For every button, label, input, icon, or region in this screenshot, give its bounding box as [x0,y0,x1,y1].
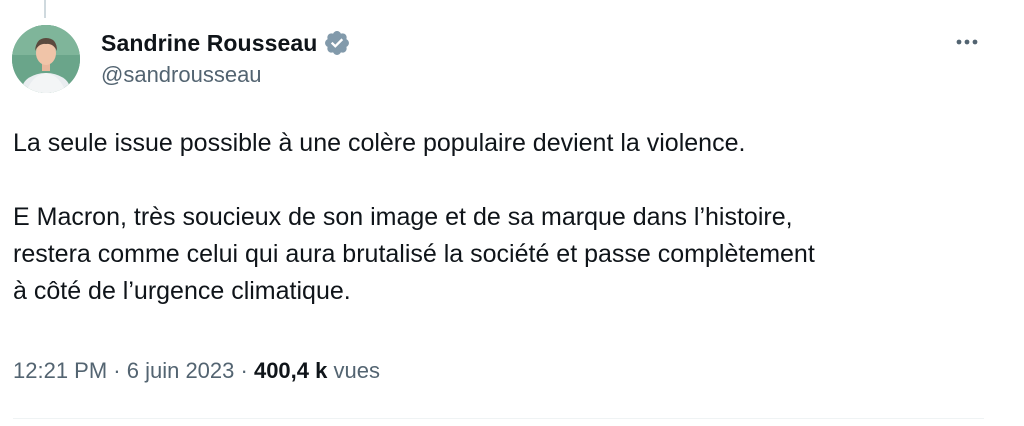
views-label: vues [333,358,380,383]
author-display-name[interactable]: Sandrine Rousseau [101,30,317,57]
tweet-metadata: 12:21 PM · 6 juin 2023 · 400,4 k vues [13,358,380,384]
divider [13,418,984,419]
views-count[interactable]: 400,4 k [254,358,327,384]
verified-badge-icon[interactable] [323,29,351,57]
meta-separator-1: · [107,358,127,383]
thread-connector-line [44,0,46,18]
tweet-date[interactable]: 6 juin 2023 [127,358,235,384]
meta-separator-2: · [234,358,254,383]
tweet-text: La seule issue possible à une colère pop… [13,129,815,305]
tweet-time[interactable]: 12:21 PM [13,358,107,384]
avatar-image [12,25,80,93]
author-handle[interactable]: @sandrousseau [101,62,262,88]
author-name-row: Sandrine Rousseau [101,28,351,58]
avatar[interactable] [12,25,80,93]
more-options-icon[interactable] [950,30,984,54]
